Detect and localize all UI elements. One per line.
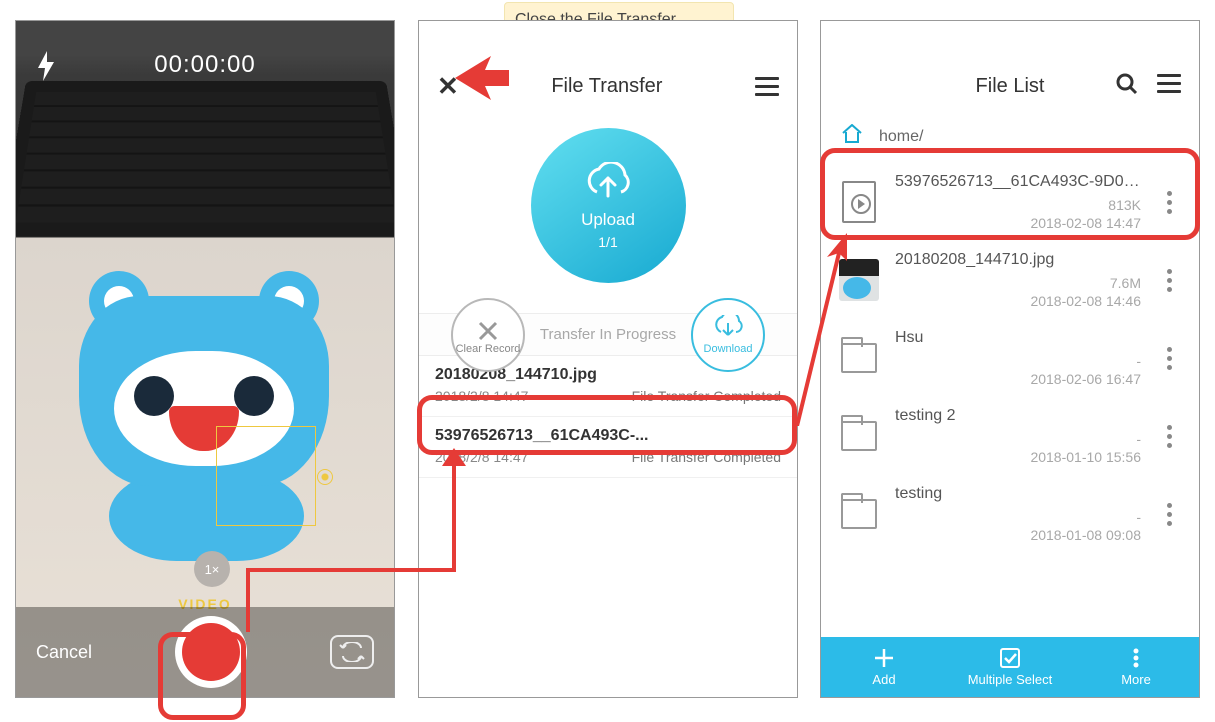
file-menu-button[interactable]: [1157, 269, 1181, 292]
file-date: 2018-01-10 15:56: [1030, 449, 1141, 465]
page-title: File Transfer: [459, 75, 755, 98]
hamburger-menu[interactable]: [1157, 74, 1181, 93]
file-name: 20180208_144710.jpg: [895, 251, 1141, 269]
transfer-item-time: 2018/2/8 14:47: [435, 388, 528, 404]
home-icon: [841, 124, 863, 149]
file-row[interactable]: 20180208_144710.jpg 7.6M 2018-02-08 14:4…: [821, 241, 1199, 319]
cancel-button[interactable]: Cancel: [36, 642, 92, 663]
file-date: 2018-02-06 16:47: [1030, 371, 1141, 387]
file-size: 7.6M: [1110, 275, 1141, 291]
clear-record-button[interactable]: Clear Record: [451, 298, 525, 372]
file-name: testing: [895, 485, 1141, 503]
folder-icon: [839, 491, 879, 537]
switch-camera-button[interactable]: [330, 635, 374, 669]
file-menu-button[interactable]: [1157, 191, 1181, 214]
file-date: 2018-02-08 14:47: [1030, 215, 1141, 231]
file-name: Hsu: [895, 329, 1141, 347]
close-button[interactable]: ✕: [437, 71, 459, 102]
screen-file-list: File List home/ 53976526713__61CA493C-9D…: [820, 20, 1200, 698]
upload-label: Upload: [581, 210, 635, 230]
transfer-item-status: File Transfer Completed: [632, 449, 781, 465]
folder-icon: [839, 335, 879, 381]
photo-keyboard: [15, 81, 395, 237]
file-size: 813K: [1108, 197, 1141, 213]
screen-camera: 1× 00:00:00 VIDEO Cancel: [15, 20, 395, 698]
file-menu-button[interactable]: [1157, 347, 1181, 370]
shutter-button[interactable]: [175, 616, 247, 688]
download-label: Download: [704, 343, 753, 355]
screen-file-transfer: ✕ File Transfer Upload 1/1 Clear Record …: [418, 20, 798, 698]
more-label: More: [1121, 672, 1151, 687]
more-button[interactable]: More: [1073, 637, 1199, 697]
photo-subject: [54, 251, 364, 551]
hamburger-menu[interactable]: [755, 77, 779, 96]
photo-thumb-icon: [839, 257, 879, 303]
file-name: testing 2: [895, 407, 1141, 425]
breadcrumb-path: home/: [879, 128, 923, 146]
multiple-select-button[interactable]: Multiple Select: [947, 637, 1073, 697]
search-button[interactable]: [1115, 72, 1139, 101]
video-file-icon: [839, 179, 879, 225]
file-row[interactable]: Hsu - 2018-02-06 16:47: [821, 319, 1199, 397]
file-size: -: [1136, 509, 1141, 525]
file-menu-button[interactable]: [1157, 425, 1181, 448]
file-row[interactable]: testing - 2018-01-08 09:08: [821, 475, 1199, 553]
add-label: Add: [872, 672, 895, 687]
page-title: File List: [976, 75, 1045, 98]
file-row[interactable]: 53976526713__61CA493C-9D02... 813K 2018-…: [821, 163, 1199, 241]
file-size: -: [1136, 431, 1141, 447]
file-date: 2018-01-08 09:08: [1030, 527, 1141, 543]
file-menu-button[interactable]: [1157, 503, 1181, 526]
download-button[interactable]: Download: [691, 298, 765, 372]
multi-label: Multiple Select: [968, 672, 1053, 687]
transfer-item-name: 53976526713__61CA493C-...: [435, 427, 781, 445]
bottom-toolbar: Add Multiple Select More: [821, 637, 1199, 697]
breadcrumb[interactable]: home/: [821, 116, 1199, 163]
upload-button[interactable]: Upload 1/1: [531, 128, 686, 283]
file-size: -: [1136, 353, 1141, 369]
transfer-item-status: File Transfer Completed: [632, 388, 781, 404]
clear-record-label: Clear Record: [456, 343, 521, 355]
focus-reticle: [216, 426, 316, 526]
file-date: 2018-02-08 14:46: [1030, 293, 1141, 309]
transfer-item[interactable]: 53976526713__61CA493C-... 2018/2/8 14:47…: [419, 417, 797, 478]
file-name: 53976526713__61CA493C-9D02...: [895, 173, 1141, 191]
zoom-indicator[interactable]: 1×: [194, 551, 230, 587]
transfer-item-time: 2018/2/8 14:47: [435, 449, 528, 465]
add-button[interactable]: Add: [821, 637, 947, 697]
upload-count: 1/1: [598, 234, 617, 250]
recording-timer: 00:00:00: [16, 51, 394, 79]
folder-icon: [839, 413, 879, 459]
file-row[interactable]: testing 2 - 2018-01-10 15:56: [821, 397, 1199, 475]
